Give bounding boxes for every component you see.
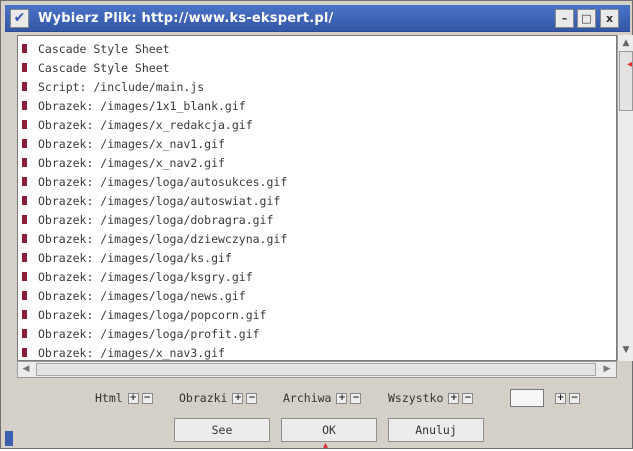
window-edge-strip <box>5 431 13 446</box>
window-menu-icon[interactable]: ✔ <box>10 9 29 28</box>
file-bullet-icon <box>22 215 27 224</box>
list-item-label: Obrazek: /images/loga/news.gif <box>38 288 246 303</box>
filter-bar: Html + − Obrazki + − Archiwa + − Wszystk… <box>1 387 633 409</box>
all-plus-icon[interactable]: + <box>448 392 460 404</box>
file-bullet-icon <box>22 348 27 357</box>
list-item-label: Obrazek: /images/loga/dziewczyna.gif <box>38 231 288 246</box>
file-bullet-icon <box>22 82 27 91</box>
file-bullet-icon <box>22 291 27 300</box>
filter-all: Wszystko + − <box>388 387 474 409</box>
list-item-label: Obrazek: /images/loga/profit.gif <box>38 326 260 341</box>
images-plus-icon[interactable]: + <box>232 392 244 404</box>
filter-images-label: Obrazki <box>179 391 228 405</box>
list-item-label: Cascade Style Sheet <box>38 60 170 75</box>
file-list-items: Cascade Style Sheet Cascade Style Sheet Sc… <box>22 39 612 360</box>
file-bullet-icon <box>22 101 27 110</box>
list-item[interactable]: Script: /include/main.js <box>22 77 612 96</box>
scroll-left-icon[interactable]: ◀ <box>19 363 33 376</box>
file-list[interactable]: Cascade Style Sheet Cascade Style Sheet Sc… <box>17 35 617 361</box>
file-bullet-icon <box>22 44 27 53</box>
list-item[interactable]: Obrazek: /images/loga/autosukces.gif <box>22 172 612 191</box>
list-item[interactable]: Cascade Style Sheet <box>22 39 612 58</box>
filter-archives-label: Archiwa <box>283 391 332 405</box>
list-item-label: Obrazek: /images/x_nav3.gif <box>38 345 225 360</box>
list-item[interactable]: Cascade Style Sheet <box>22 58 612 77</box>
file-bullet-icon <box>22 139 27 148</box>
list-item-label: Obrazek: /images/loga/ks.gif <box>38 250 232 265</box>
list-item[interactable]: Obrazek: /images/x_nav1.gif <box>22 134 612 153</box>
html-minus-icon[interactable]: − <box>141 392 153 404</box>
pointer-marker-icon: ▴ <box>323 440 329 451</box>
pointer-marker-icon: ◂ <box>627 59 633 70</box>
horizontal-scrollbar[interactable]: ◀ ▶ <box>17 361 617 378</box>
archives-plus-icon[interactable]: + <box>336 392 348 404</box>
list-item[interactable]: Obrazek: /images/loga/autoswiat.gif <box>22 191 612 210</box>
list-item-label: Obrazek: /images/x_nav1.gif <box>38 136 225 151</box>
file-bullet-icon <box>22 234 27 243</box>
file-bullet-icon <box>22 310 27 319</box>
list-item[interactable]: Obrazek: /images/x_nav3.gif <box>22 343 612 360</box>
file-bullet-icon <box>22 272 27 281</box>
custom-plus-icon[interactable]: + <box>555 392 566 404</box>
list-item[interactable]: Obrazek: /images/1x1_blank.gif <box>22 96 612 115</box>
list-item[interactable]: Obrazek: /images/loga/popcorn.gif <box>22 305 612 324</box>
list-item[interactable]: Obrazek: /images/loga/ks.gif <box>22 248 612 267</box>
maximize-icon[interactable]: □ <box>577 9 596 28</box>
scroll-up-icon[interactable]: ▲ <box>620 36 632 50</box>
list-item-label: Obrazek: /images/1x1_blank.gif <box>38 98 246 113</box>
list-item-label: Cascade Style Sheet <box>38 41 170 56</box>
list-item[interactable]: Obrazek: /images/loga/dobragra.gif <box>22 210 612 229</box>
custom-filter-input[interactable] <box>510 389 544 407</box>
filter-images: Obrazki + − <box>179 387 258 409</box>
list-item[interactable]: Obrazek: /images/loga/dziewczyna.gif <box>22 229 612 248</box>
close-icon[interactable]: x <box>600 9 619 28</box>
cancel-button[interactable]: Anuluj <box>388 418 484 442</box>
list-item[interactable]: Obrazek: /images/loga/news.gif <box>22 286 612 305</box>
file-bullet-icon <box>22 253 27 262</box>
list-item-label: Obrazek: /images/loga/popcorn.gif <box>38 307 267 322</box>
filter-html: Html + − <box>95 387 153 409</box>
list-item-label: Obrazek: /images/loga/autoswiat.gif <box>38 193 281 208</box>
archives-minus-icon[interactable]: − <box>350 392 362 404</box>
list-item-label: Obrazek: /images/loga/dobragra.gif <box>38 212 274 227</box>
all-minus-icon[interactable]: − <box>462 392 474 404</box>
horizontal-scroll-thumb[interactable] <box>36 363 596 376</box>
file-bullet-icon <box>22 177 27 186</box>
images-minus-icon[interactable]: − <box>246 392 258 404</box>
list-item-label: Obrazek: /images/loga/ksgry.gif <box>38 269 253 284</box>
file-bullet-icon <box>22 120 27 129</box>
list-item-label: Script: /include/main.js <box>38 79 205 94</box>
list-item[interactable]: Obrazek: /images/loga/ksgry.gif <box>22 267 612 286</box>
ok-button[interactable]: OK <box>281 418 377 442</box>
file-picker-window: ✔ Wybierz Plik: http://www.ks-ekspert.pl… <box>0 0 633 451</box>
scroll-down-icon[interactable]: ▼ <box>620 343 632 357</box>
file-bullet-icon <box>22 329 27 338</box>
list-item[interactable]: Obrazek: /images/loga/profit.gif <box>22 324 612 343</box>
scroll-right-icon[interactable]: ▶ <box>600 363 614 376</box>
custom-minus-icon[interactable]: − <box>569 392 580 404</box>
list-item-label: Obrazek: /images/loga/autosukces.gif <box>38 174 288 189</box>
file-bullet-icon <box>22 63 27 72</box>
see-button[interactable]: See <box>174 418 270 442</box>
file-bullet-icon <box>22 158 27 167</box>
list-item-label: Obrazek: /images/x_nav2.gif <box>38 155 225 170</box>
window-title: Wybierz Plik: http://www.ks-ekspert.pl/ <box>38 11 334 26</box>
filter-archives: Archiwa + − <box>283 387 362 409</box>
list-item[interactable]: Obrazek: /images/x_nav2.gif <box>22 153 612 172</box>
list-item[interactable]: Obrazek: /images/x_redakcja.gif <box>22 115 612 134</box>
minimize-icon[interactable]: – <box>555 9 574 28</box>
title-bar[interactable]: ✔ Wybierz Plik: http://www.ks-ekspert.pl… <box>5 5 630 32</box>
filter-custom: + − <box>510 387 580 409</box>
vertical-scrollbar[interactable]: ▲ ▼ <box>617 35 633 361</box>
list-item-label: Obrazek: /images/x_redakcja.gif <box>38 117 253 132</box>
html-plus-icon[interactable]: + <box>127 392 139 404</box>
filter-html-label: Html <box>95 391 123 405</box>
file-bullet-icon <box>22 196 27 205</box>
filter-all-label: Wszystko <box>388 391 444 405</box>
